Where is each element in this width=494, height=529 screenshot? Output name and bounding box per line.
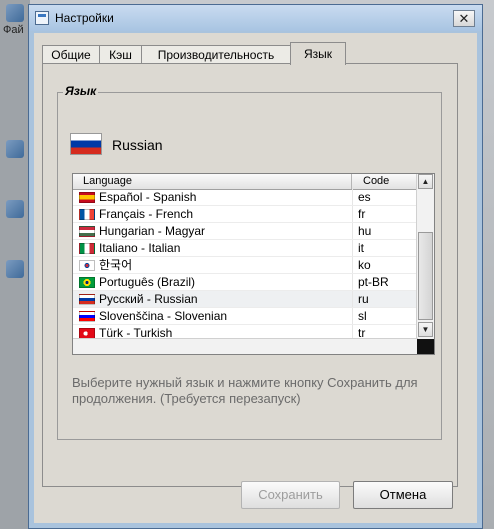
close-button[interactable]: ✕ — [453, 10, 475, 27]
language-code: it — [358, 241, 364, 255]
column-separator — [352, 257, 353, 274]
scroll-down-button[interactable]: ▼ — [418, 322, 433, 337]
language-code: hu — [358, 224, 372, 238]
dialog-client-area: Общие Кэш Производительность Язык Язык R… — [34, 33, 477, 523]
background-sidebar: Фай — [0, 0, 30, 529]
language-row[interactable]: Русский - Russian ru — [73, 291, 418, 308]
background-menu-fragment: Фай — [3, 24, 24, 36]
language-groupbox: Язык Russian Language Code Español - Spa… — [57, 84, 442, 440]
column-separator — [352, 189, 353, 206]
help-text: Выберите нужный язык и нажмите кнопку Со… — [72, 375, 418, 406]
background-icon — [6, 140, 24, 158]
background-icon — [6, 200, 24, 218]
language-name: Slovenščina - Slovenian — [99, 309, 228, 323]
cancel-button[interactable]: Отмена — [353, 481, 453, 509]
language-row[interactable]: Hungarian - Magyar hu — [73, 223, 418, 240]
language-code: es — [358, 190, 371, 204]
scroll-up-button[interactable]: ▲ — [418, 174, 433, 189]
language-code: fr — [358, 207, 366, 221]
language-group-label: Язык — [63, 84, 99, 98]
settings-dialog: Настройки ✕ Общие Кэш Производительность… — [28, 4, 483, 529]
current-language-label: Russian — [112, 137, 163, 153]
scrollbar-corner — [417, 339, 434, 354]
language-row[interactable]: Español - Spanish es — [73, 189, 418, 206]
language-row[interactable]: Português (Brazil) pt-BR — [73, 274, 418, 291]
it-flag-icon — [79, 243, 95, 254]
language-name: Português (Brazil) — [99, 275, 196, 289]
column-header-code[interactable]: Code — [353, 174, 418, 189]
column-separator — [352, 240, 353, 257]
language-code: sl — [358, 309, 367, 323]
language-name: Hungarian - Magyar — [99, 224, 206, 238]
br-flag-icon — [79, 277, 95, 288]
language-code: ko — [358, 258, 371, 272]
russia-flag-icon — [70, 133, 102, 155]
list-header: Language Code — [73, 174, 418, 190]
language-row[interactable]: 한국어 ko — [73, 257, 418, 274]
hu-flag-icon — [79, 226, 95, 237]
save-button[interactable]: Сохранить — [241, 481, 340, 509]
column-separator — [352, 308, 353, 325]
background-icon — [6, 260, 24, 278]
language-row[interactable]: Italiano - Italian it — [73, 240, 418, 257]
language-name: 한국어 — [99, 258, 133, 272]
language-tab-panel: Язык Russian Language Code Español - Spa… — [42, 63, 458, 487]
language-code: pt-BR — [358, 275, 389, 289]
window-icon — [35, 11, 49, 25]
scroll-thumb[interactable] — [418, 232, 433, 320]
vertical-scrollbar[interactable]: ▲ ▼ — [416, 174, 434, 354]
column-header-language[interactable]: Language — [73, 174, 352, 189]
language-row[interactable]: Français - French fr — [73, 206, 418, 223]
column-separator — [352, 291, 353, 308]
column-separator — [352, 206, 353, 223]
dialog-title: Настройки — [55, 11, 114, 25]
tab-performance[interactable]: Производительность — [141, 45, 291, 64]
language-name: Italiano - Italian — [99, 241, 181, 255]
tab-cache[interactable]: Кэш — [99, 45, 142, 64]
horizontal-scrollbar[interactable] — [73, 338, 418, 354]
language-list[interactable]: Language Code Español - Spanish es Françai… — [72, 173, 435, 355]
language-code: ru — [358, 292, 369, 306]
si-flag-icon — [79, 311, 95, 322]
fr-flag-icon — [79, 209, 95, 220]
column-separator — [352, 274, 353, 291]
app-icon — [6, 4, 24, 22]
language-row[interactable]: Slovenščina - Slovenian sl — [73, 308, 418, 325]
column-separator — [352, 223, 353, 240]
language-name: Русский - Russian — [99, 292, 198, 306]
list-rows: Español - Spanish es Français - French fr Hu… — [73, 189, 418, 354]
tab-general[interactable]: Общие — [42, 45, 100, 64]
language-name: Español - Spanish — [99, 190, 197, 204]
tab-language[interactable]: Язык — [290, 42, 346, 65]
ko-flag-icon — [79, 260, 95, 271]
language-name: Français - French — [99, 207, 194, 221]
es-flag-icon — [79, 192, 95, 203]
dialog-titlebar[interactable]: Настройки ✕ — [29, 5, 482, 31]
ru-flag-icon — [79, 294, 95, 305]
